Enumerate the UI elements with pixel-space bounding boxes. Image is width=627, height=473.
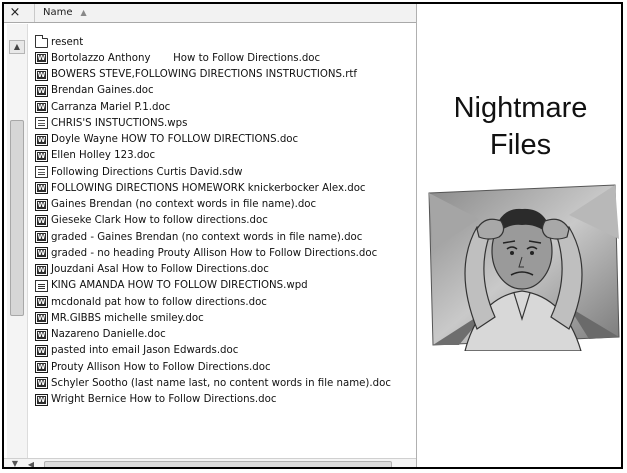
works-document-icon [35, 166, 48, 179]
file-name: Carranza Mariel P.1.doc [51, 101, 171, 113]
scroll-left-icon[interactable]: ◀ [26, 460, 36, 467]
name-column-label: Name [43, 7, 73, 18]
word-document-icon [35, 328, 48, 341]
file-name: Ellen Holley 123.doc [51, 150, 156, 162]
stressed-man-clipart [428, 184, 620, 351]
word-document-icon [35, 344, 48, 357]
file-name: Following Directions Curtis David.sdw [51, 166, 243, 178]
file-name: pasted into email Jason Edwards.doc [51, 345, 239, 357]
word-document-icon [35, 231, 48, 244]
scroll-up-icon[interactable]: ▲ [9, 40, 25, 54]
folder-icon [35, 35, 48, 49]
file-name: MR.GIBBS michelle smiley.doc [51, 312, 204, 324]
file-list-item[interactable]: graded - no heading Prouty Allison How t… [35, 245, 415, 261]
file-name: Gieseke Clark How to follow directions.d… [51, 215, 268, 227]
file-list-item[interactable]: resent [35, 34, 415, 50]
file-list-item[interactable]: KING AMANDA HOW TO FOLLOW DIRECTIONS.wpd [35, 278, 415, 294]
word-document-icon [35, 263, 48, 276]
file-list: resent Bortolazzo Anthony How to Follow D… [35, 34, 415, 408]
file-name: Brendan Gaines.doc [51, 85, 154, 97]
file-list-item[interactable]: Following Directions Curtis David.sdw [35, 164, 415, 180]
word-document-icon [35, 198, 48, 211]
file-name: Wright Bernice How to Follow Directions.… [51, 394, 277, 406]
vertical-scrollbar[interactable]: ▲ [7, 24, 28, 462]
horizontal-scrollbar[interactable]: ◀ [4, 458, 416, 467]
horizontal-scroll-thumb[interactable] [44, 461, 392, 467]
works-document-icon [35, 117, 48, 130]
scroll-down-icon[interactable]: ▼ [8, 460, 22, 468]
column-header-row: × Name ▲ [4, 4, 416, 23]
name-column-header[interactable]: Name ▲ [34, 4, 154, 22]
file-list-item[interactable]: pasted into email Jason Edwards.doc [35, 343, 415, 359]
file-name: mcdonald pat how to follow directions.do… [51, 296, 267, 308]
file-name: BOWERS STEVE,FOLLOWING DIRECTIONS INSTRU… [51, 69, 357, 81]
file-list-item[interactable]: CHRIS'S INSTUCTIONS.wps [35, 115, 415, 131]
vertical-scroll-thumb[interactable] [10, 120, 24, 316]
file-name: graded - no heading Prouty Allison How t… [51, 247, 378, 259]
word-document-icon [35, 68, 48, 81]
file-list-item[interactable]: Prouty Allison How to Follow Directions.… [35, 359, 415, 375]
word-document-icon [35, 52, 48, 65]
file-list-item[interactable]: Wright Bernice How to Follow Directions.… [35, 392, 415, 408]
close-icon[interactable]: × [8, 4, 22, 22]
file-list-item[interactable]: FOLLOWING DIRECTIONS HOMEWORK knickerboc… [35, 180, 415, 196]
slide-title-line-1: Nightmare [453, 92, 588, 124]
file-list-item[interactable]: Gieseke Clark How to follow directions.d… [35, 213, 415, 229]
slide-frame: × Name ▲ ▲ resent Bortolazzo Anthony How t… [2, 2, 623, 469]
word-document-icon [35, 312, 48, 325]
file-name: Prouty Allison How to Follow Directions.… [51, 361, 271, 373]
file-name: CHRIS'S INSTUCTIONS.wps [51, 117, 188, 129]
file-name: Doyle Wayne HOW TO FOLLOW DIRECTIONS.doc [51, 134, 299, 146]
word-document-icon [35, 84, 48, 97]
file-list-item[interactable]: Schyler Sootho (last name last, no conte… [35, 375, 415, 391]
word-document-icon [35, 149, 48, 162]
file-list-item[interactable]: Doyle Wayne HOW TO FOLLOW DIRECTIONS.doc [35, 132, 415, 148]
file-list-item[interactable]: mcdonald pat how to follow directions.do… [35, 294, 415, 310]
word-document-icon [35, 247, 48, 260]
file-list-item[interactable]: Nazareno Danielle.doc [35, 327, 415, 343]
word-document-icon [35, 133, 48, 146]
file-explorer-pane: × Name ▲ ▲ resent Bortolazzo Anthony How t… [4, 4, 417, 467]
word-document-icon [35, 393, 48, 406]
file-list-item[interactable]: Gaines Brendan (no context words in file… [35, 197, 415, 213]
file-list-item[interactable]: Jouzdani Asal How to Follow Directions.d… [35, 262, 415, 278]
word-document-icon [35, 182, 48, 195]
file-name: resent [51, 36, 84, 48]
file-name: Jouzdani Asal How to Follow Directions.d… [51, 264, 269, 276]
slide-title: Nightmare Files [416, 90, 621, 164]
file-name: Schyler Sootho (last name last, no conte… [51, 377, 391, 389]
word-document-icon [35, 101, 48, 114]
slide-title-line-2: Files [489, 129, 552, 161]
sort-ascending-icon: ▲ [80, 8, 87, 17]
file-name: Bortolazzo Anthony How to Follow Directi… [51, 52, 321, 64]
wordperfect-document-icon [35, 279, 48, 292]
file-name: Gaines Brendan (no context words in file… [51, 199, 317, 211]
file-name: FOLLOWING DIRECTIONS HOMEWORK knickerboc… [51, 182, 366, 194]
file-list-item[interactable]: Carranza Mariel P.1.doc [35, 99, 415, 115]
file-list-item[interactable]: BOWERS STEVE,FOLLOWING DIRECTIONS INSTRU… [35, 67, 415, 83]
file-name: KING AMANDA HOW TO FOLLOW DIRECTIONS.wpd [51, 280, 308, 292]
word-document-icon [35, 296, 48, 309]
word-document-icon [35, 214, 48, 227]
file-list-item[interactable]: Brendan Gaines.doc [35, 83, 415, 99]
file-list-item[interactable]: graded - Gaines Brendan (no context word… [35, 229, 415, 245]
file-name: Nazareno Danielle.doc [51, 329, 166, 341]
file-list-item[interactable]: Ellen Holley 123.doc [35, 148, 415, 164]
word-document-icon [35, 377, 48, 390]
word-document-icon [35, 361, 48, 374]
file-name: graded - Gaines Brendan (no context word… [51, 231, 363, 243]
file-list-item[interactable]: Bortolazzo Anthony How to Follow Directi… [35, 50, 415, 66]
file-list-item[interactable]: MR.GIBBS michelle smiley.doc [35, 310, 415, 326]
